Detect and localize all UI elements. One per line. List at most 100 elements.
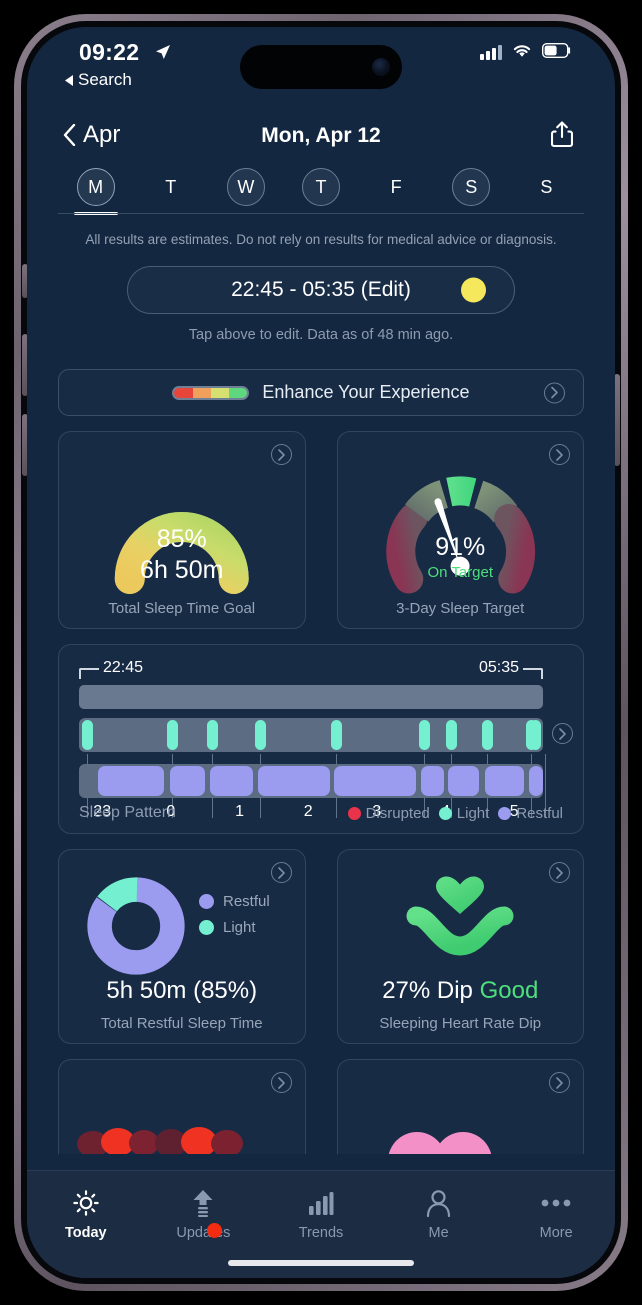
tab-more[interactable]: More (497, 1188, 615, 1241)
sleep-goal-percent: 85% (156, 525, 207, 554)
sleep-time-range-button[interactable]: 22:45 - 05:35 (Edit) (127, 266, 515, 315)
tab-label: Me (428, 1225, 449, 1241)
donut-legend-item: Restful (199, 893, 270, 910)
legend-item: Light (438, 804, 490, 822)
chevron-right-icon[interactable] (544, 382, 565, 404)
total-restful-sleep-card[interactable]: Restful Light 5h 50m (85%) Total Restful … (58, 849, 306, 1045)
three-day-caption: 3-Day Sleep Target (396, 600, 525, 618)
weekday-selector[interactable]: MTWTFSS (58, 161, 584, 215)
light-sleep-marker (255, 720, 267, 751)
back-to-search-link[interactable]: Search (65, 70, 132, 90)
donut-legend-label: Light (223, 919, 256, 937)
enhance-experience-banner[interactable]: Enhance Your Experience (58, 369, 584, 417)
total-sleep-time-goal-card[interactable]: 85% 6h 50m Total Sleep Time Goal (58, 431, 306, 630)
status-time: 09:22 (79, 39, 140, 65)
light-sleep-track (79, 718, 547, 819)
weekday-label: S (452, 168, 491, 206)
chevron-right-icon[interactable] (270, 1072, 292, 1094)
status-indicators (480, 42, 571, 63)
sleep-goal-duration: 6h 50m (140, 555, 224, 584)
restful-sleep-segment (97, 766, 165, 797)
three-day-values: 91% On Target (338, 532, 584, 581)
weekday-6[interactable]: S (509, 161, 584, 213)
light-sleep-marker (207, 720, 219, 751)
sleeping-heart-rate-dip-card[interactable]: 27% Dip Good Sleeping Heart Rate Dip (336, 849, 584, 1045)
three-day-percent: 91% (435, 533, 486, 562)
range-bracket-left-icon (79, 668, 99, 680)
wifi-icon (511, 42, 533, 63)
weekday-5[interactable]: S (434, 161, 509, 213)
weekday-4[interactable]: F (359, 161, 434, 213)
legend-dot (347, 806, 361, 820)
restful-sleep-donut-chart (87, 877, 185, 975)
share-icon[interactable] (550, 121, 574, 153)
light-sleep-marker (481, 720, 493, 751)
page-title: Mon, Apr 12 (261, 124, 381, 147)
sleep-pattern-title: Sleep Pattern (79, 804, 176, 822)
donut-legend-dot (199, 894, 214, 910)
restful-sleep-value: 5h 50m (85%) (106, 977, 258, 1005)
light-sleep-marker (530, 720, 542, 751)
sleep-start-time: 22:45 (103, 659, 144, 677)
range-bracket-right-icon (523, 668, 543, 680)
legend-label: Disrupted (365, 804, 430, 822)
chevron-right-icon[interactable] (270, 862, 292, 884)
gauge-card-row: 85% 6h 50m Total Sleep Time Goal 91% On … (58, 431, 584, 630)
weekday-0[interactable]: M (58, 161, 133, 215)
light-sleep-marker (81, 720, 93, 751)
restful-sleep-segment (169, 766, 206, 797)
tab-updates[interactable]: Updates (145, 1188, 263, 1241)
phone-bezel: 09:22 Search Apr Mon, Apr 12 M T W T F S… (21, 21, 621, 1284)
tab-today[interactable]: Today (27, 1188, 145, 1241)
dynamic-island (240, 45, 402, 89)
sleep-end-time: 05:35 (478, 659, 519, 677)
tab-label: Today (64, 1225, 107, 1241)
heart-rate-dip-value: 27% Dip Good (338, 977, 584, 1005)
chevron-right-icon[interactable] (549, 1072, 570, 1094)
light-sleep-marker (445, 720, 457, 751)
sleep-range-edges: 22:45 05:35 (79, 659, 543, 681)
restful-sleep-caption: Total Restful Sleep Time (100, 1015, 263, 1033)
quality-scale-segment (192, 387, 211, 398)
restful-sleep-segment (484, 766, 525, 797)
cellular-signal-icon (480, 45, 502, 60)
home-indicator[interactable] (228, 1260, 414, 1266)
weekday-label: W (226, 168, 265, 206)
restful-sleep-segment (258, 766, 330, 797)
weekday-label: M (76, 168, 115, 206)
weekday-1[interactable]: T (133, 161, 208, 213)
tab-label: Updates (176, 1225, 231, 1241)
heart-dip-icon (338, 874, 584, 964)
restful-sleep-segment (334, 766, 416, 797)
three-day-sleep-target-card[interactable]: 91% On Target 3-Day Sleep Target (336, 431, 584, 630)
triangle-left-icon (65, 74, 73, 86)
legend-label: Light (456, 804, 490, 822)
sleep-pattern-footer: Sleep Pattern Disrupted Light Restful (79, 804, 563, 822)
legend-item: Disrupted (347, 804, 430, 822)
weekday-label: F (390, 176, 402, 197)
weekday-3[interactable]: T (283, 161, 358, 213)
restful-sleep-track (79, 764, 543, 799)
weekday-2[interactable]: W (208, 161, 283, 213)
tab-me[interactable]: Me (380, 1188, 498, 1241)
sleep-pattern-plot: 22:45 05:35 23012345 (79, 659, 547, 825)
legend-label: Restful (516, 804, 563, 822)
divider (58, 213, 584, 214)
bar-chart-icon (308, 1188, 334, 1218)
restful-donut-legend: Restful Light (199, 893, 270, 936)
quality-scale-segment (229, 387, 248, 398)
sleep-goal-caption: Total Sleep Time Goal (108, 600, 256, 618)
location-arrow-icon (154, 43, 172, 66)
chevron-right-icon[interactable] (552, 723, 573, 745)
tab-label: Trends (298, 1225, 344, 1241)
metric-card-row: Restful Light 5h 50m (85%) Total Restful … (58, 849, 584, 1045)
restful-sleep-segment (529, 766, 543, 797)
peek-card-right[interactable] (336, 1059, 584, 1155)
tab-trends[interactable]: Trends (262, 1188, 380, 1241)
legend-dot (438, 806, 452, 820)
peek-card-left[interactable] (58, 1059, 306, 1155)
moon-dot-icon (461, 277, 486, 303)
sleep-pattern-card[interactable]: 22:45 05:35 23012345 Sleep Pattern Disru… (58, 644, 584, 835)
back-search-label: Search (78, 70, 132, 89)
donut-legend-item: Light (199, 919, 270, 936)
